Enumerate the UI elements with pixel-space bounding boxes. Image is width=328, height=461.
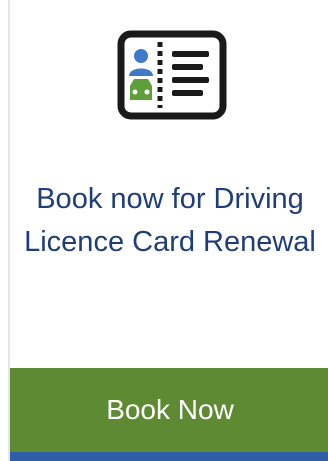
id-card-icon xyxy=(117,30,227,120)
card-title: Book now for Driving Licence Card Renewa… xyxy=(24,183,316,258)
book-now-button[interactable]: Book Now xyxy=(10,368,328,452)
service-card: Book now for Driving Licence Card Renewa… xyxy=(8,0,328,461)
bottom-accent-bar xyxy=(10,452,328,461)
